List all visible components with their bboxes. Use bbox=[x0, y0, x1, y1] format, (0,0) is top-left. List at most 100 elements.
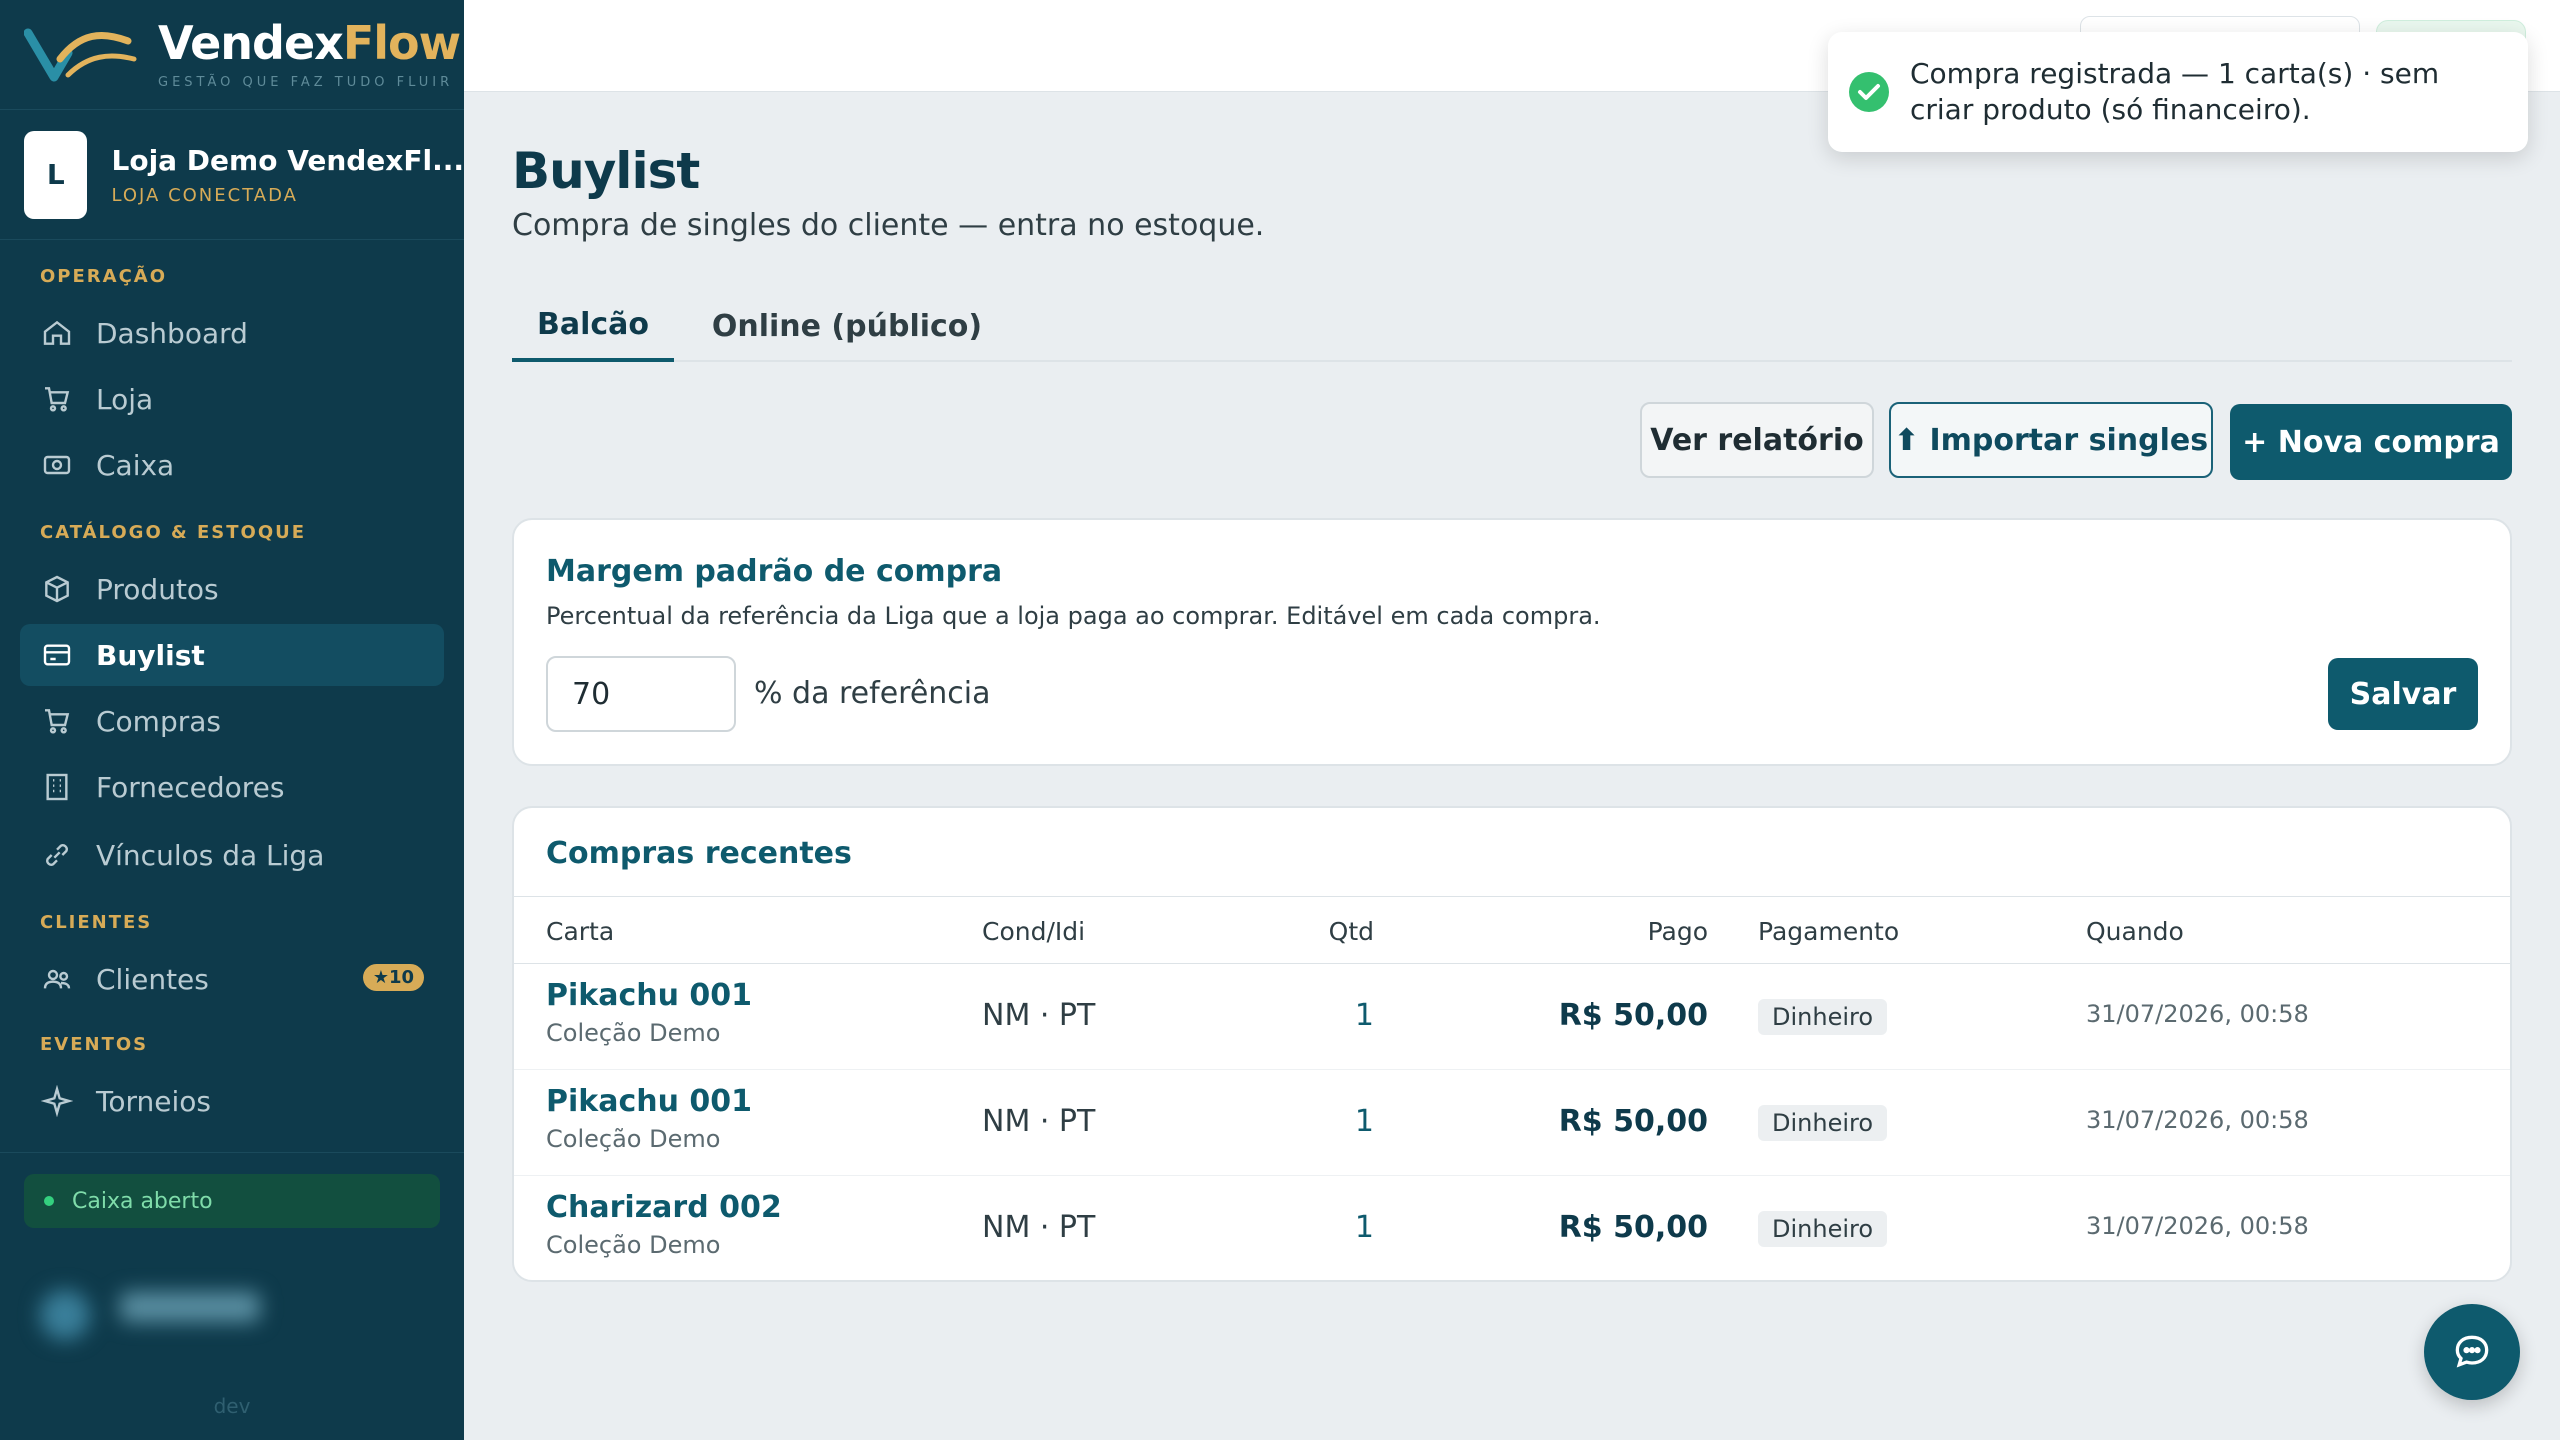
sidebar-item-caixa[interactable]: Caixa bbox=[20, 434, 444, 496]
import-singles-button[interactable]: ⬆ Importar singles bbox=[1889, 402, 2213, 478]
table-header: Carta Cond/Idi Qtd Pago Pagamento Quando bbox=[514, 896, 2510, 964]
env-label: dev bbox=[213, 1394, 251, 1418]
section-catalogo: CATÁLOGO & ESTOQUE bbox=[40, 522, 307, 543]
box-icon bbox=[40, 572, 74, 606]
cart-icon bbox=[40, 704, 74, 738]
section-eventos: EVENTOS bbox=[40, 1034, 149, 1055]
chat-bubble-icon bbox=[2455, 1335, 2489, 1368]
sidebar-item-label: Fornecedores bbox=[96, 770, 285, 804]
quantity: 1 bbox=[1354, 1210, 1374, 1245]
brand-tagline: GESTÃO QUE FAZ TUDO FLUIR bbox=[158, 75, 454, 90]
cash-icon bbox=[40, 448, 74, 482]
tabs: Balcão Online (público) bbox=[512, 290, 2512, 362]
clientes-badge: ★10 bbox=[362, 964, 424, 991]
margin-card: Margem padrão de compra Percentual da re… bbox=[512, 518, 2512, 766]
sidebar-item-torneios[interactable]: Torneios bbox=[20, 1070, 444, 1132]
store-switcher[interactable]: L Loja Demo VendexFl... LOJA CONECTADA bbox=[0, 110, 464, 240]
purchase-time: 31/07/2026, 00:58 bbox=[2086, 1000, 2309, 1028]
check-circle-icon bbox=[1849, 72, 1889, 112]
user-profile-blurred[interactable] bbox=[30, 1280, 270, 1340]
recent-title: Compras recentes bbox=[546, 836, 852, 871]
card-name[interactable]: Pikachu 001 bbox=[546, 1084, 752, 1119]
brand-name: VendexFlow bbox=[158, 16, 461, 70]
purchase-time: 31/07/2026, 00:58 bbox=[2086, 1212, 2309, 1240]
col-qtd: Qtd bbox=[1328, 917, 1374, 946]
paid-amount: R$ 50,00 bbox=[1558, 1210, 1708, 1245]
card-collection: Coleção Demo bbox=[546, 1231, 721, 1259]
paid-amount: R$ 50,00 bbox=[1558, 998, 1708, 1033]
table-row[interactable]: Charizard 002 Coleção Demo NM · PT 1 R$ 5… bbox=[514, 1176, 2510, 1282]
toast-message: Compra registrada — 1 carta(s) · sem cri… bbox=[1910, 57, 2440, 126]
sidebar-item-label: Buylist bbox=[96, 638, 205, 672]
section-operacao: OPERAÇÃO bbox=[40, 266, 168, 287]
recent-purchases-card: Compras recentes Carta Cond/Idi Qtd Pago… bbox=[512, 806, 2512, 1282]
chat-button[interactable] bbox=[2424, 1304, 2520, 1400]
sidebar-item-label: Vínculos da Liga bbox=[96, 838, 325, 872]
sidebar-item-loja[interactable]: Loja bbox=[20, 368, 444, 430]
table-body: Pikachu 001 Coleção Demo NM · PT 1 R$ 50,… bbox=[514, 964, 2510, 1282]
sidebar-item-buylist[interactable]: Buylist bbox=[20, 624, 444, 686]
store-status: LOJA CONECTADA bbox=[111, 184, 298, 206]
payment-badge: Dinheiro bbox=[1758, 999, 1888, 1035]
table-row[interactable]: Pikachu 001 Coleção Demo NM · PT 1 R$ 50,… bbox=[514, 964, 2510, 1070]
new-purchase-button[interactable]: + Nova compra bbox=[2230, 404, 2512, 480]
link-icon bbox=[40, 838, 74, 872]
margin-title: Margem padrão de compra bbox=[546, 554, 1003, 589]
card-name[interactable]: Charizard 002 bbox=[546, 1190, 782, 1225]
sidebar-item-produtos[interactable]: Produtos bbox=[20, 558, 444, 620]
sidebar-divider bbox=[0, 1152, 464, 1153]
table-row[interactable]: Pikachu 001 Coleção Demo NM · PT 1 R$ 50,… bbox=[514, 1070, 2510, 1176]
cart-icon bbox=[40, 382, 74, 416]
sidebar-item-vinculos[interactable]: Vínculos da Liga bbox=[20, 824, 444, 886]
section-clientes: CLIENTES bbox=[40, 912, 153, 933]
cash-status-label: Caixa aberto bbox=[72, 1188, 213, 1214]
sidebar-item-label: Dashboard bbox=[96, 316, 248, 350]
cash-status-pill[interactable]: Caixa aberto bbox=[24, 1174, 440, 1228]
success-toast: Compra registrada — 1 carta(s) · sem cri… bbox=[1828, 32, 2528, 152]
sidebar-item-compras[interactable]: Compras bbox=[20, 690, 444, 752]
vendexflow-logo-icon bbox=[24, 28, 137, 81]
page-title: Buylist bbox=[512, 142, 700, 200]
brand: VendexFlow GESTÃO QUE FAZ TUDO FLUIR bbox=[0, 0, 464, 110]
page-subtitle: Compra de singles do cliente — entra no … bbox=[512, 208, 1265, 243]
card-collection: Coleção Demo bbox=[546, 1019, 721, 1047]
store-name: Loja Demo VendexFl... bbox=[111, 143, 464, 177]
status-dot-icon bbox=[44, 1196, 54, 1206]
quantity: 1 bbox=[1354, 1104, 1374, 1139]
report-button[interactable]: Ver relatório bbox=[1640, 402, 1874, 478]
sidebar-item-clientes[interactable]: Clientes ★10 bbox=[20, 948, 444, 1010]
payment-badge: Dinheiro bbox=[1758, 1211, 1888, 1247]
card-collection: Coleção Demo bbox=[546, 1125, 721, 1153]
purchase-time: 31/07/2026, 00:58 bbox=[2086, 1106, 2309, 1134]
card-name[interactable]: Pikachu 001 bbox=[546, 978, 752, 1013]
paid-amount: R$ 50,00 bbox=[1558, 1104, 1708, 1139]
users-icon bbox=[40, 962, 74, 996]
tab-online[interactable]: Online (público) bbox=[702, 290, 992, 362]
col-carta: Carta bbox=[546, 917, 615, 946]
card-icon bbox=[40, 638, 74, 672]
cond-lang: NM · PT bbox=[982, 998, 1096, 1033]
margin-input[interactable] bbox=[546, 656, 736, 732]
sidebar-item-dashboard[interactable]: Dashboard bbox=[20, 302, 444, 364]
col-pagamento: Pagamento bbox=[1758, 917, 1900, 946]
sidebar-item-fornecedores[interactable]: Fornecedores bbox=[20, 756, 444, 818]
sidebar-item-label: Produtos bbox=[96, 572, 219, 606]
col-cond: Cond/Idi bbox=[982, 917, 1086, 946]
margin-suffix: % da referência bbox=[754, 676, 991, 711]
cond-lang: NM · PT bbox=[982, 1210, 1096, 1245]
tab-balcao[interactable]: Balcão bbox=[512, 290, 674, 362]
sidebar-item-label: Caixa bbox=[96, 448, 175, 482]
store-avatar: L bbox=[24, 130, 88, 219]
col-quando: Quando bbox=[2086, 917, 2184, 946]
sidebar-item-label: Clientes bbox=[96, 962, 209, 996]
quantity: 1 bbox=[1354, 998, 1374, 1033]
save-margin-button[interactable]: Salvar bbox=[2328, 658, 2478, 730]
sparkle-icon bbox=[40, 1084, 74, 1118]
sidebar-item-label: Compras bbox=[96, 704, 221, 738]
sidebar-item-label: Torneios bbox=[96, 1084, 211, 1118]
payment-badge: Dinheiro bbox=[1758, 1105, 1888, 1141]
home-icon bbox=[40, 316, 74, 350]
margin-description: Percentual da referência da Liga que a l… bbox=[546, 602, 1601, 630]
building-icon bbox=[40, 770, 74, 804]
sidebar: VendexFlow GESTÃO QUE FAZ TUDO FLUIR L L… bbox=[0, 0, 464, 1440]
